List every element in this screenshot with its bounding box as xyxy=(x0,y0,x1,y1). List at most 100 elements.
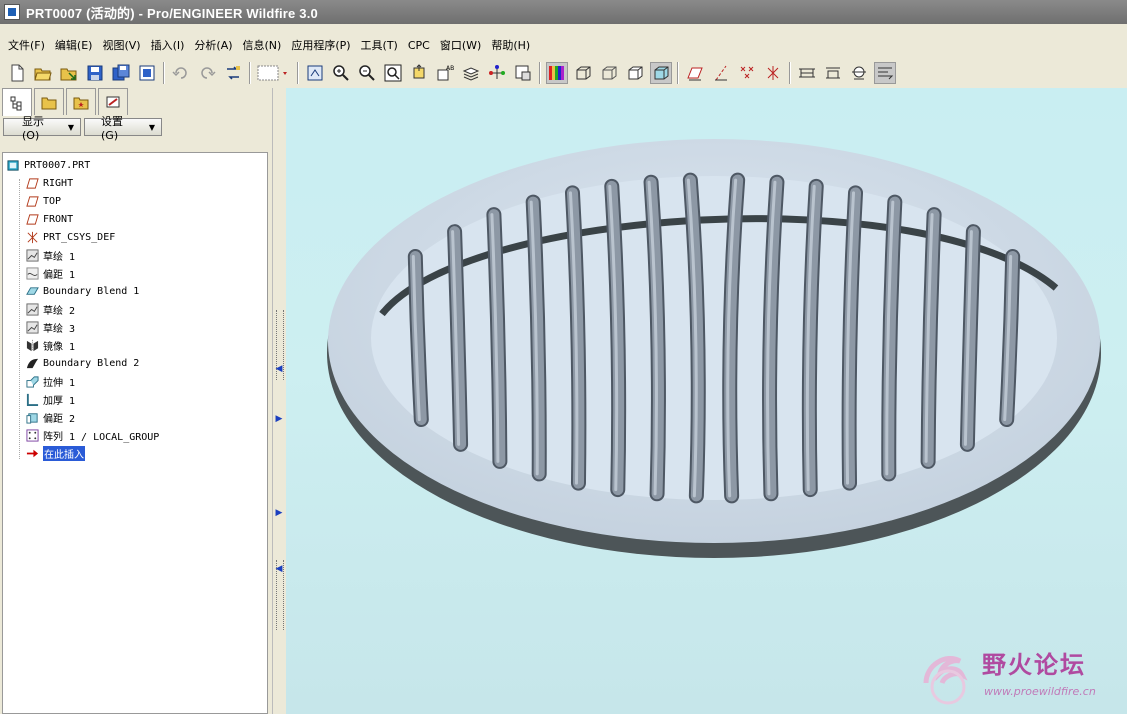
tree-item-extrude-1[interactable]: 拉伸 1 xyxy=(25,373,75,389)
new-icon[interactable] xyxy=(6,62,28,84)
tree-root[interactable]: PRT0007.PRT xyxy=(6,157,90,173)
hidden-line-icon[interactable] xyxy=(598,62,620,84)
tree-item-right[interactable]: RIGHT xyxy=(25,175,73,191)
tree-item-label: TOP xyxy=(43,195,62,207)
menu-window[interactable]: 窗口(W) xyxy=(435,36,486,56)
view-manager-icon[interactable] xyxy=(512,62,534,84)
measure-icon[interactable] xyxy=(796,62,818,84)
sketch-icon xyxy=(25,320,39,334)
collapse-left-arrow-icon[interactable]: ◀ xyxy=(273,564,285,574)
watermark-url: www.proewildfire.cn xyxy=(984,685,1096,698)
tree-item-front[interactable]: FRONT xyxy=(25,211,73,227)
saved-views-icon[interactable]: AB xyxy=(434,62,456,84)
menu-cpc[interactable]: CPC xyxy=(403,36,435,56)
tree-item-mirror-1[interactable]: 镜像 1 xyxy=(25,337,75,353)
datum-axes-icon[interactable] xyxy=(710,62,732,84)
toolbar-separator xyxy=(539,62,541,84)
toolbar-separator xyxy=(249,62,251,84)
cross-section-icon[interactable] xyxy=(848,62,870,84)
tree-item-label: 草绘 2 xyxy=(43,305,76,317)
menu-view[interactable]: 视图(V) xyxy=(97,36,145,56)
tree-item-boundary-blend-2[interactable]: Boundary Blend 2 xyxy=(25,355,139,371)
wireframe-icon[interactable] xyxy=(572,62,594,84)
toolbar-separator xyxy=(677,62,679,84)
regenerate-icon[interactable] xyxy=(222,62,244,84)
datum-points-icon[interactable] xyxy=(736,62,758,84)
selection-filter-icon[interactable] xyxy=(256,62,292,84)
tree-item-top[interactable]: TOP xyxy=(25,193,61,209)
spin-center-icon[interactable] xyxy=(874,62,896,84)
watermark: 野火论坛 www.proewildfire.cn xyxy=(918,643,1118,709)
model-tree: PRT0007.PRT RIGHT TOP FRONT PRT_CSYS_DEF… xyxy=(2,152,268,714)
datum-planes-icon[interactable] xyxy=(684,62,706,84)
tree-item-label: 镜像 1 xyxy=(43,341,76,353)
no-hidden-icon[interactable] xyxy=(624,62,646,84)
tree-item-label: 拉伸 1 xyxy=(43,377,76,389)
menu-insert[interactable]: 插入(I) xyxy=(146,36,190,56)
panel-splitter[interactable]: ◀ ▶ ▶ ◀ xyxy=(272,88,286,714)
toolbar-separator xyxy=(297,62,299,84)
extrude-icon xyxy=(25,374,39,388)
menu-applications[interactable]: 应用程序(P) xyxy=(286,36,355,56)
show-dropdown-button[interactable]: 显示 (O) ▼ xyxy=(3,115,81,142)
navigator-panel: 显示 (O) ▼ 设置 (G) ▼ PRT0007.PRT RIGHT TOP … xyxy=(0,88,272,714)
layers-icon[interactable] xyxy=(460,62,482,84)
menu-bar: 文件(F) 编辑(E) 视图(V) 插入(I) 分析(A) 信息(N) 应用程序… xyxy=(0,36,535,56)
menu-edit[interactable]: 编辑(E) xyxy=(50,36,98,56)
refit-icon[interactable] xyxy=(382,62,404,84)
menu-tools[interactable]: 工具(T) xyxy=(356,36,403,56)
offset-curve-icon xyxy=(25,266,39,280)
title-bar: PRT0007 (活动的) - Pro/ENGINEER Wildfire 3.… xyxy=(0,0,1127,24)
datum-plane-icon xyxy=(25,176,39,190)
tree-item-csys[interactable]: PRT_CSYS_DEF xyxy=(25,229,115,245)
tree-item-offset-2[interactable]: 偏距 2 xyxy=(25,409,75,425)
save-copy-icon[interactable] xyxy=(110,62,132,84)
offset-icon xyxy=(25,410,39,424)
redo-icon[interactable] xyxy=(196,62,218,84)
coordinate-systems-icon[interactable] xyxy=(762,62,784,84)
favorites-tab-icon[interactable] xyxy=(66,88,96,115)
window-title: PRT0007 (活动的) - Pro/ENGINEER Wildfire 3.… xyxy=(26,5,318,21)
section-icon[interactable] xyxy=(822,62,844,84)
undo-icon[interactable] xyxy=(170,62,192,84)
save-icon[interactable] xyxy=(84,62,106,84)
tree-item-label: 加厚 1 xyxy=(43,395,76,407)
open-icon[interactable] xyxy=(32,62,54,84)
tree-item-thicken-1[interactable]: 加厚 1 xyxy=(25,391,75,407)
shading-colors-icon[interactable] xyxy=(546,62,568,84)
tree-item-pattern-1[interactable]: 阵列 1 / LOCAL_GROUP xyxy=(25,427,159,443)
zoom-in-icon[interactable] xyxy=(330,62,352,84)
reorient-icon[interactable] xyxy=(408,62,430,84)
tree-item-insert-here[interactable]: 在此插入 xyxy=(25,445,85,461)
tree-item-sketch-1[interactable]: 草绘 1 xyxy=(25,247,75,263)
shading-icon[interactable] xyxy=(650,62,672,84)
connections-tab-icon[interactable] xyxy=(98,88,128,115)
menu-analysis[interactable]: 分析(A) xyxy=(189,36,237,56)
model-render xyxy=(327,139,1101,558)
menu-info[interactable]: 信息(N) xyxy=(238,36,287,56)
tree-item-sketch-2[interactable]: 草绘 2 xyxy=(25,301,75,317)
tree-item-label: 偏距 2 xyxy=(43,413,76,425)
expand-right-arrow-icon[interactable]: ▶ xyxy=(273,414,285,424)
menu-file[interactable]: 文件(F) xyxy=(3,36,50,56)
sketch-icon xyxy=(25,248,39,262)
graphics-window[interactable]: 野火论坛 www.proewildfire.cn xyxy=(286,88,1127,714)
tree-item-sketch-3[interactable]: 草绘 3 xyxy=(25,319,75,335)
open-recent-icon[interactable] xyxy=(58,62,80,84)
collapse-right-arrow-icon[interactable]: ▶ xyxy=(273,508,285,518)
repaint-icon[interactable] xyxy=(304,62,326,84)
inner-recess xyxy=(371,176,1057,500)
settings-dropdown-button[interactable]: 设置 (G) ▼ xyxy=(84,115,162,142)
folder-browser-tab-icon[interactable] xyxy=(34,88,64,115)
collapse-left-arrow-icon[interactable]: ◀ xyxy=(273,364,285,374)
model-tree-icon[interactable] xyxy=(486,62,508,84)
tree-item-label: RIGHT xyxy=(43,177,74,189)
backup-icon[interactable] xyxy=(136,62,158,84)
zoom-out-icon[interactable] xyxy=(356,62,378,84)
tree-item-label: 在此插入 xyxy=(43,445,85,461)
tree-item-offset-1[interactable]: 偏距 1 xyxy=(25,265,75,281)
csys-icon xyxy=(25,230,39,244)
menu-help[interactable]: 帮助(H) xyxy=(486,36,535,56)
tree-item-boundary-blend-1[interactable]: Boundary Blend 1 xyxy=(25,283,139,299)
toolbar-separator xyxy=(163,62,165,84)
